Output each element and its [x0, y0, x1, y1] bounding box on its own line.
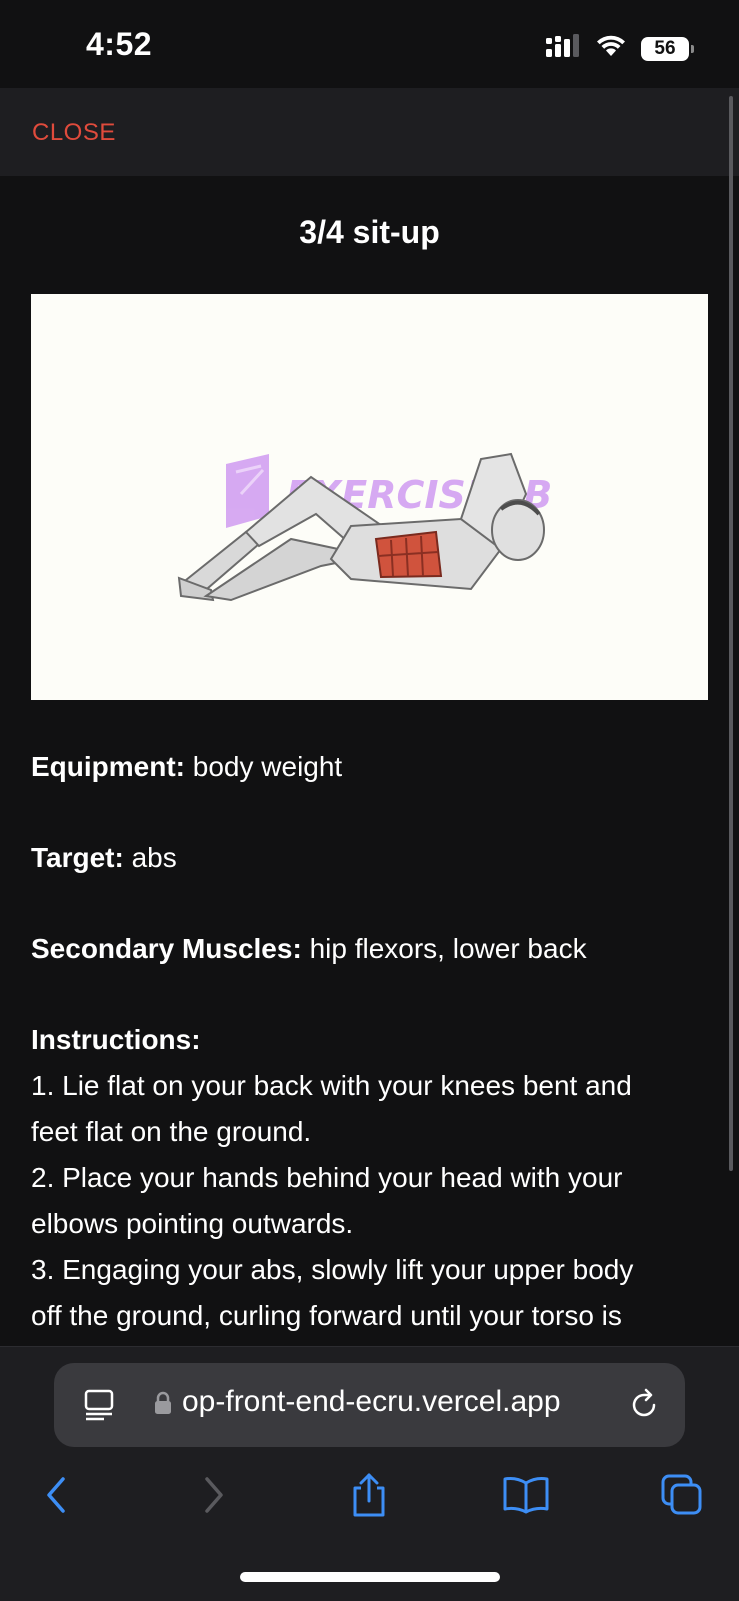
bookmarks-icon[interactable] — [496, 1465, 556, 1525]
target-label: Target: — [31, 842, 124, 873]
instruction-line: 2. Place your hands behind your head wit… — [31, 1162, 623, 1193]
secondary-muscles-row: Secondary Muscles: hip flexors, lower ba… — [31, 926, 711, 972]
url-text[interactable]: op-front-end-ecru.vercel.app — [182, 1385, 622, 1419]
browser-bottom-bar: op-front-end-ecru.vercel.app — [0, 1346, 739, 1601]
tabs-icon[interactable] — [652, 1465, 712, 1525]
equipment-label: Equipment: — [31, 751, 185, 782]
home-indicator[interactable] — [240, 1572, 500, 1582]
exercise-image: EXERCISEDB — [31, 294, 708, 700]
share-icon[interactable] — [339, 1465, 399, 1525]
instruction-line: elbows pointing outwards. — [31, 1208, 354, 1239]
instructions-section: Instructions: 1. Lie flat on your back w… — [31, 1017, 711, 1339]
browser-toolbar — [0, 1465, 739, 1525]
close-button[interactable]: CLOSE — [32, 119, 116, 147]
exercise-info: Equipment: body weight Target: abs Secon… — [31, 744, 711, 1339]
address-bar[interactable]: op-front-end-ecru.vercel.app — [54, 1363, 685, 1447]
status-time: 4:52 — [86, 26, 153, 62]
target-value: abs — [131, 842, 177, 873]
forward-chevron-icon[interactable] — [184, 1465, 244, 1525]
page-menu-icon[interactable] — [84, 1389, 114, 1426]
scrollbar[interactable] — [729, 96, 733, 1171]
exercise-title: 3/4 sit-up — [299, 214, 440, 250]
status-bar: 4:52 56 — [0, 0, 739, 88]
instructions-label: Instructions: — [31, 1024, 201, 1055]
instruction-line: 1. Lie flat on your back with your knees… — [31, 1070, 632, 1101]
exercise-detail: 3/4 sit-up EXERCISEDB Equipment: body we… — [0, 176, 739, 1346]
secondary-muscles-value: hip flexors, lower back — [309, 933, 587, 964]
battery-icon: 56 — [641, 36, 694, 61]
wifi-icon — [595, 34, 627, 63]
target-row: Target: abs — [31, 835, 711, 881]
status-icons: 56 — [545, 34, 694, 63]
modal-header: CLOSE — [0, 88, 739, 176]
instruction-line: 3. Engaging your abs, slowly lift your u… — [31, 1254, 634, 1285]
reload-icon[interactable] — [627, 1387, 661, 1426]
instruction-line: off the ground, curling forward until yo… — [31, 1300, 622, 1331]
cellular-signal-icon — [545, 34, 581, 63]
lock-icon — [154, 1391, 172, 1420]
equipment-row: Equipment: body weight — [31, 744, 711, 790]
back-chevron-icon[interactable] — [26, 1465, 86, 1525]
secondary-muscles-label: Secondary Muscles: — [31, 933, 302, 964]
equipment-value: body weight — [192, 751, 343, 782]
instruction-line: feet flat on the ground. — [31, 1116, 312, 1147]
